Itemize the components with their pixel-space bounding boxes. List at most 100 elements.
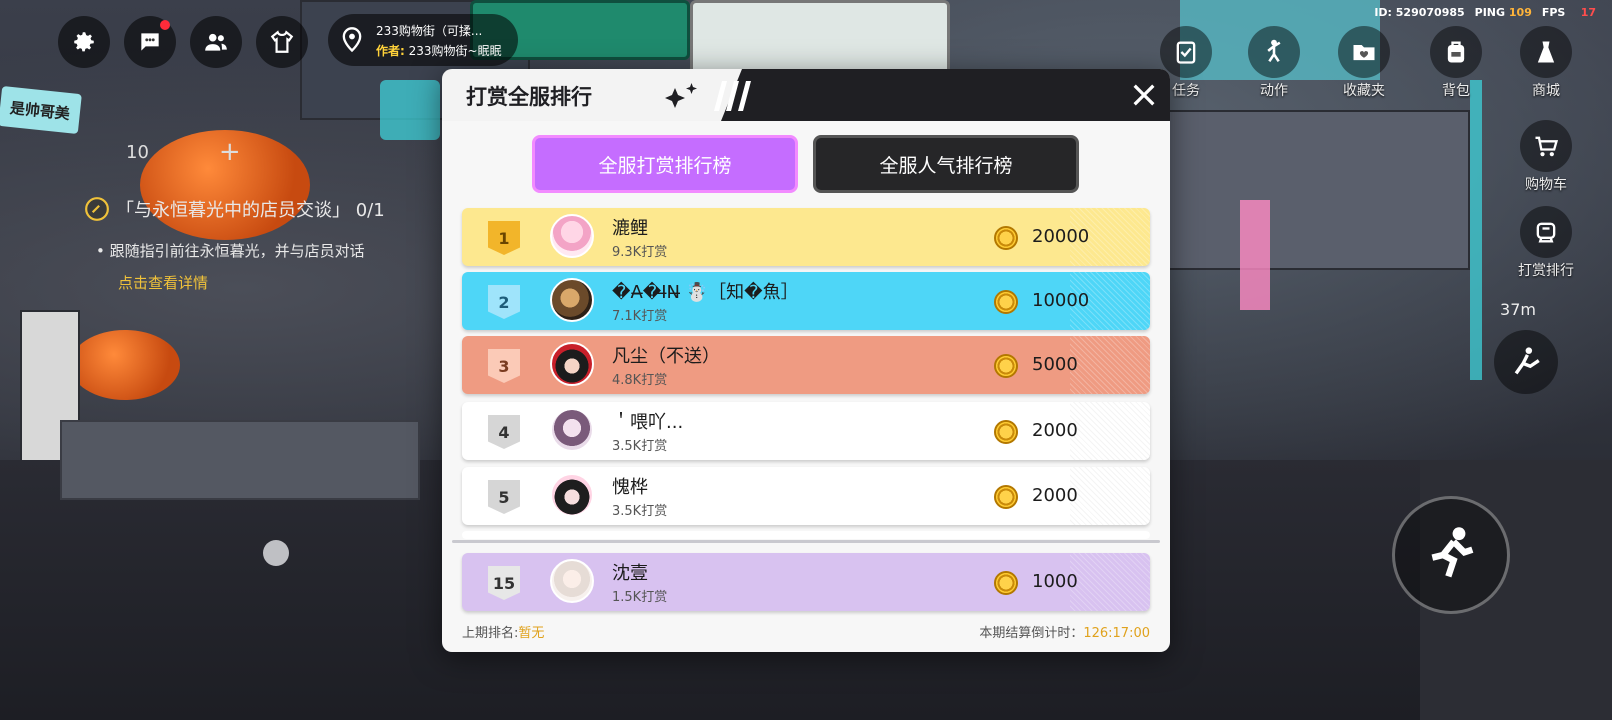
cart-button[interactable]: 购物车: [1514, 120, 1578, 194]
reward-amount: 10000: [1032, 290, 1090, 311]
joystick-handle[interactable]: [263, 540, 289, 566]
reward-amount: 1000: [1032, 571, 1078, 592]
rank-badge: 2: [488, 285, 520, 319]
favorites-button[interactable]: 收藏夹: [1332, 26, 1396, 100]
reward-amount: 20000: [1032, 226, 1090, 247]
player-name: 凡尘（不送）: [612, 346, 720, 367]
player-reward-total: 9.3K打赏: [612, 245, 668, 260]
ping-label: PING: [1474, 6, 1506, 19]
kick-icon: [1514, 347, 1540, 375]
ranking-row[interactable]: 3 凡尘（不送） 4.8K打赏 5000: [462, 336, 1150, 394]
gear-icon: [74, 32, 94, 52]
ranking-row[interactable]: 1 漉鲤 9.3K打赏 20000: [462, 208, 1150, 266]
chat-icon: [141, 33, 159, 51]
map-info[interactable]: 233购物街（可揉... 作者: 233购物街~眠眠: [328, 14, 518, 66]
notification-dot: [160, 20, 170, 30]
avatar: [550, 342, 594, 386]
reward-amount: 2000: [1032, 420, 1078, 441]
sprint-button[interactable]: [1392, 496, 1510, 614]
ranking-row[interactable]: 5 愧桦 3.5K打赏 2000: [462, 467, 1150, 525]
avatar: [550, 214, 594, 258]
quest-detail-link[interactable]: 点击查看详情: [118, 272, 208, 293]
coin-icon: [994, 420, 1018, 444]
settings-button[interactable]: [58, 16, 110, 68]
last-period-rank: 上期排名:暂无: [462, 622, 544, 641]
distance-readout: 37m: [1500, 300, 1536, 319]
reward-ranking-modal: 打赏全服排行 全服打赏排行榜 全服人气排行榜 1 漉鲤 9.3K打赏 20000…: [442, 69, 1170, 652]
reward-ranking-label: 打赏排行: [1518, 263, 1574, 279]
action-kick-button[interactable]: [1494, 330, 1558, 394]
folder-heart-icon: [1353, 45, 1375, 61]
network-stats: ID: 529070985 PING 109 FPS 17: [1374, 6, 1596, 19]
tab-reward-ranking[interactable]: 全服打赏排行榜: [532, 135, 798, 193]
tab-popularity-ranking[interactable]: 全服人气排行榜: [813, 135, 1079, 193]
backpack-label: 背包: [1442, 83, 1470, 99]
settlement-countdown: 本期结算倒计时：126:17:00: [979, 622, 1150, 641]
coin-icon: [994, 226, 1018, 250]
map-pin-icon: [342, 27, 362, 53]
cart-label: 购物车: [1525, 177, 1567, 193]
coin-icon: [994, 354, 1018, 378]
my-ranking-row[interactable]: 15 沈壹 1.5K打赏 1000: [462, 553, 1150, 611]
coin-icon: [994, 290, 1018, 314]
cart-icon: [1535, 136, 1559, 157]
fps-value: 17: [1580, 6, 1596, 19]
chat-button[interactable]: [124, 16, 176, 68]
sparkle-slash-decoration: [665, 81, 751, 111]
quest-icon: [85, 197, 109, 221]
player-name: 漉鲤: [612, 218, 648, 239]
friends-icon: [205, 33, 227, 51]
author-label: 作者:: [376, 44, 405, 58]
player-name: 愧桦: [612, 477, 648, 498]
quest-title[interactable]: 「与永恒暮光中的店员交谈」 0/1: [116, 196, 385, 222]
emote-label: 动作: [1260, 83, 1288, 99]
close-icon[interactable]: [1130, 81, 1158, 109]
rank-badge: 5: [488, 480, 520, 514]
rank-badge: 3: [488, 349, 520, 383]
map-name: 233购物街（可揉...: [376, 24, 483, 38]
countdown-value: 126:17:00: [1083, 626, 1150, 641]
quest-counter: 10 +: [110, 135, 270, 169]
avatar: [550, 473, 594, 517]
player-name: 沈壹: [612, 563, 648, 584]
shop-button[interactable]: 商城: [1514, 26, 1578, 100]
fps-readout: FPS 17: [1542, 6, 1596, 19]
shop-label: 商城: [1532, 83, 1560, 99]
reward-ranking-button[interactable]: 打赏排行: [1514, 206, 1578, 280]
player-reward-total: 3.5K打赏: [612, 439, 668, 454]
ping-readout: PING 109: [1475, 6, 1532, 19]
backpack-icon: [1447, 41, 1465, 63]
rank-badge: 4: [488, 415, 520, 449]
player-name: �A̶�I̶N̶ ☃️［知�魚］: [612, 282, 799, 303]
ranking-row[interactable]: 4 ＇喂吖... 3.5K打赏 2000: [462, 402, 1150, 460]
dance-icon: [1267, 39, 1281, 63]
avatar: [550, 559, 594, 603]
player-reward-total: 3.5K打赏: [612, 504, 668, 519]
avatar: [550, 408, 594, 452]
last-period-label: 上期排名:: [462, 626, 519, 641]
backpack-button[interactable]: 背包: [1424, 26, 1488, 100]
quest-add-button[interactable]: +: [219, 137, 241, 167]
player-reward-total: 7.1K打赏: [612, 309, 668, 324]
ping-value: 109: [1508, 6, 1532, 19]
coin-icon: [994, 571, 1018, 595]
running-icon: [1431, 527, 1474, 578]
ranking-row[interactable]: 2 �A̶�I̶N̶ ☃️［知�魚］ 7.1K打赏 10000: [462, 272, 1150, 330]
modal-header: 打赏全服排行: [442, 69, 1170, 121]
player-reward-total: 1.5K打赏: [612, 590, 668, 605]
player-name: ＇喂吖...: [612, 412, 684, 433]
trophy-icon: [1536, 222, 1556, 243]
rank-badge: 1: [488, 221, 520, 255]
shirt-icon: [270, 30, 294, 53]
avatar: [550, 278, 594, 322]
emote-button[interactable]: 动作: [1242, 26, 1306, 100]
modal-title: 打赏全服排行: [466, 85, 592, 109]
outfit-button[interactable]: [256, 16, 308, 68]
reward-amount: 2000: [1032, 485, 1078, 506]
reward-amount: 5000: [1032, 354, 1078, 375]
coin-icon: [994, 485, 1018, 509]
quest-count-value: 10: [126, 141, 149, 163]
rank-badge: 15: [488, 566, 520, 600]
friends-button[interactable]: [190, 16, 242, 68]
list-divider: [452, 540, 1160, 543]
